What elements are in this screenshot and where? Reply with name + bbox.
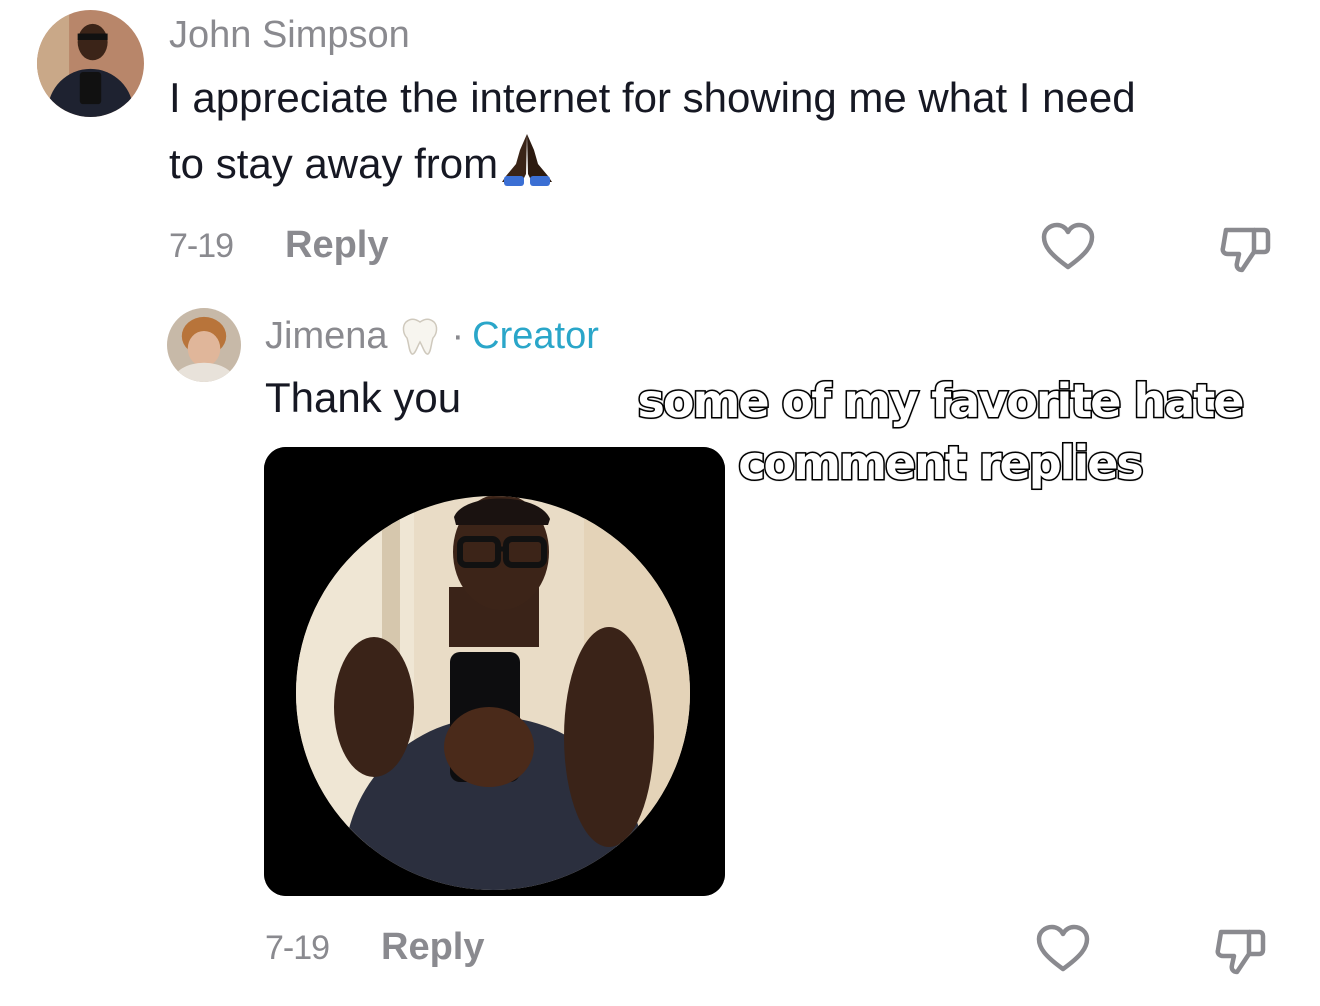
- reply-separator: ·: [451, 314, 465, 357]
- comment-date: 7-19: [169, 227, 234, 265]
- comment-text-line1: I appreciate the internet for showing me…: [169, 74, 1136, 121]
- overlay-caption-line2: comment replies: [737, 435, 1146, 492]
- heart-icon: [1041, 222, 1095, 270]
- creator-badge: Creator: [472, 314, 599, 357]
- overlay-caption-line1: some of my favorite hate: [636, 373, 1246, 430]
- reply-attached-image[interactable]: [264, 447, 725, 896]
- comment-text-line2-wrap: to stay away from: [169, 130, 556, 196]
- reply-date: 7-19: [265, 929, 330, 967]
- praying-hands-icon: [498, 130, 556, 188]
- comment-thread: John Simpson I appreciate the internet f…: [0, 0, 1320, 1006]
- heart-icon: [1036, 924, 1090, 972]
- video-overlay-caption: some of my favorite hate comment replies: [600, 370, 1280, 494]
- reply-username[interactable]: Jimena: [265, 315, 388, 358]
- tooth-icon: [398, 314, 442, 358]
- comment-dislike-button[interactable]: [1218, 220, 1274, 276]
- commenter-avatar[interactable]: [37, 10, 144, 117]
- reply-like-button[interactable]: [1035, 924, 1091, 974]
- thumbs-down-icon: [1220, 227, 1271, 273]
- reply-image-content: [264, 447, 725, 896]
- comment-reply-button[interactable]: Reply: [285, 226, 388, 264]
- thumbs-down-icon: [1215, 929, 1266, 975]
- reply-dislike-button[interactable]: [1213, 922, 1269, 978]
- reply-author-row: Jimena · Creator: [265, 314, 599, 358]
- comment-text-line2: to stay away from: [169, 140, 499, 187]
- commenter-username[interactable]: John Simpson: [169, 16, 410, 54]
- reply-reply-button[interactable]: Reply: [381, 928, 484, 966]
- creator-avatar[interactable]: [167, 308, 241, 382]
- comment-like-button[interactable]: [1040, 222, 1096, 272]
- reply-text: Thank you: [265, 374, 462, 421]
